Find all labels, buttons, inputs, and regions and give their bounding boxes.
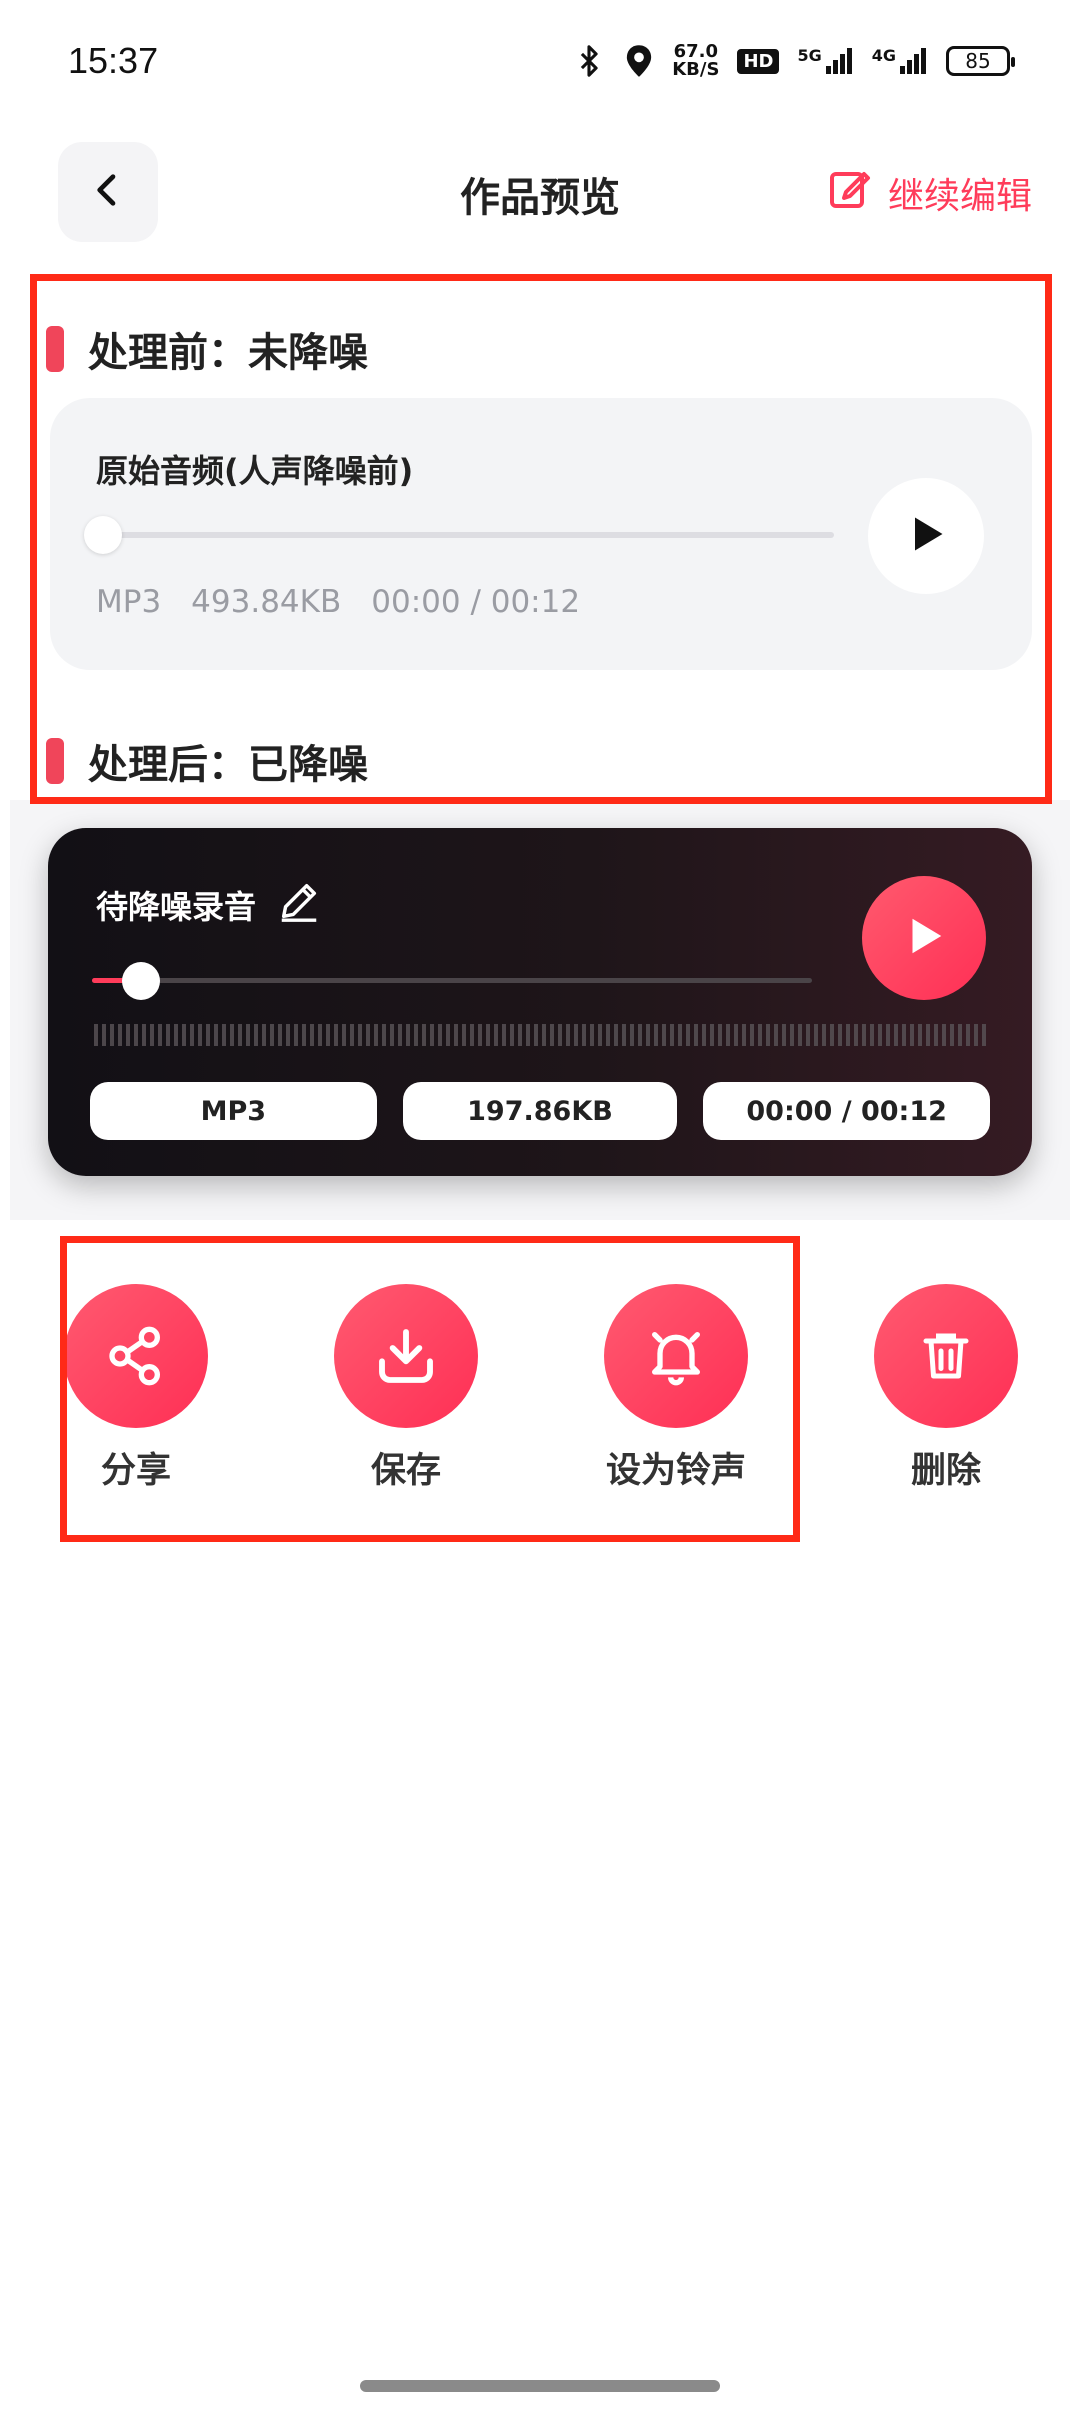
play-icon	[904, 512, 948, 560]
trash-icon	[874, 1284, 1018, 1428]
pencil-icon[interactable]	[276, 878, 322, 932]
original-audio-meta: MP3 493.84KB 00:00 / 00:12	[96, 584, 580, 620]
original-audio-time: 00:00 / 00:12	[371, 584, 581, 620]
battery-icon: 85	[946, 46, 1015, 76]
before-section-title: 处理前：未降噪	[46, 320, 368, 378]
processed-audio-card: 待降噪录音 MP3 197.86KB 00:00 / 00:12	[48, 828, 1032, 1176]
original-audio-seek-thumb[interactable]	[84, 516, 122, 554]
time-pill: 00:00 / 00:12	[703, 1082, 990, 1140]
share-label: 分享	[100, 1451, 171, 1491]
processed-audio-seekbar[interactable]	[92, 978, 812, 983]
processed-audio-meta: MP3 197.86KB 00:00 / 00:12	[90, 1082, 990, 1140]
set-ringtone-button[interactable]: 设为铃声	[586, 1284, 766, 1493]
continue-edit-label: 继续编辑	[887, 175, 1032, 217]
bell-icon	[604, 1284, 748, 1428]
waveform	[94, 1024, 986, 1046]
processed-audio-play-button[interactable]	[862, 876, 986, 1000]
network-speed: 67.0 KB/S	[672, 41, 720, 80]
status-time: 15:37	[68, 40, 159, 81]
home-indicator[interactable]	[360, 2380, 720, 2392]
section-marker	[46, 738, 64, 784]
signal-icon: 4G	[872, 46, 928, 76]
edit-icon	[826, 164, 874, 221]
hd-badge: HD	[737, 48, 780, 74]
save-label: 保存	[370, 1451, 441, 1491]
original-audio-seekbar[interactable]	[106, 532, 834, 538]
original-audio-size: 493.84KB	[191, 584, 342, 620]
after-section-title: 处理后：已降噪	[46, 732, 368, 790]
continue-edit-button[interactable]: 继续编辑	[826, 164, 1032, 221]
processed-audio-name-row: 待降噪录音	[96, 878, 322, 932]
location-icon	[624, 44, 654, 78]
action-bar: 分享 保存 设为铃声 删除	[0, 1284, 1080, 1504]
signal-icon: 5G	[797, 46, 853, 76]
delete-label: 删除	[910, 1451, 981, 1491]
delete-button[interactable]: 删除	[856, 1284, 1036, 1493]
play-icon	[901, 913, 947, 963]
save-button[interactable]: 保存	[316, 1284, 496, 1493]
processed-audio-name: 待降噪录音	[96, 888, 257, 926]
status-icons: 67.0 KB/S HD 5G 4G 85	[572, 38, 1015, 84]
original-audio-format: MP3	[96, 584, 162, 620]
original-audio-name: 原始音频(人声降噪前)	[96, 452, 414, 490]
section-marker	[46, 326, 64, 372]
processed-audio-seek-thumb[interactable]	[122, 962, 160, 1000]
bluetooth-icon	[572, 44, 606, 78]
original-audio-play-button[interactable]	[868, 478, 984, 594]
status-bar: 15:37 67.0 KB/S HD 5G 4G 85	[0, 0, 1080, 120]
share-icon	[64, 1284, 208, 1428]
share-button[interactable]: 分享	[46, 1284, 226, 1493]
download-icon	[334, 1284, 478, 1428]
size-pill: 197.86KB	[402, 1082, 678, 1140]
original-audio-card: 原始音频(人声降噪前) MP3 493.84KB 00:00 / 00:12	[50, 398, 1032, 670]
format-pill: MP3	[90, 1082, 377, 1140]
set-ringtone-label: 设为铃声	[605, 1451, 746, 1491]
